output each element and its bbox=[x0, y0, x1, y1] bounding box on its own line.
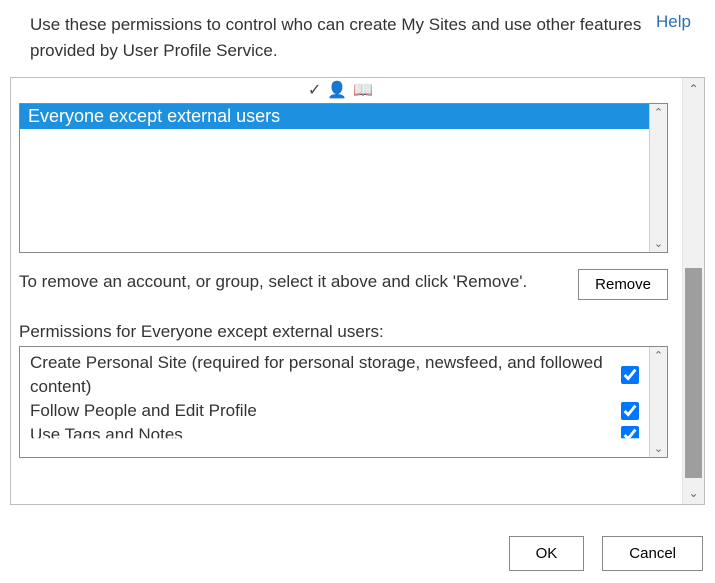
people-picker-toolbar: ✓👤📖 bbox=[19, 78, 668, 103]
ok-button[interactable]: OK bbox=[509, 536, 585, 571]
permission-label: Use Tags and Notes bbox=[30, 423, 611, 447]
permissions-panel: ✓👤📖 Everyone except external users ⌃ ⌄ T… bbox=[10, 77, 705, 505]
permission-row[interactable]: Use Tags and Notes bbox=[30, 423, 645, 447]
scroll-up-icon[interactable]: ⌃ bbox=[654, 347, 663, 364]
permissions-scrollbar[interactable]: ⌃ ⌄ bbox=[649, 347, 667, 457]
remove-instruction: To remove an account, or group, select i… bbox=[19, 269, 562, 300]
permission-label: Follow People and Edit Profile bbox=[30, 399, 611, 423]
permission-label: Create Personal Site (required for perso… bbox=[30, 351, 611, 399]
permission-checkbox[interactable] bbox=[621, 402, 639, 420]
permission-checkbox[interactable] bbox=[621, 366, 639, 384]
permission-row[interactable]: Create Personal Site (required for perso… bbox=[30, 351, 645, 399]
scrollbar-thumb[interactable] bbox=[685, 268, 702, 478]
permission-checkbox[interactable] bbox=[621, 426, 639, 444]
cancel-button[interactable]: Cancel bbox=[602, 536, 703, 571]
scroll-up-icon[interactable]: ⌃ bbox=[654, 104, 663, 121]
permissions-label: Permissions for Everyone except external… bbox=[19, 322, 668, 342]
scroll-down-icon[interactable]: ⌄ bbox=[654, 235, 663, 252]
addressbook-icon[interactable]: 📖 bbox=[353, 82, 379, 99]
scroll-down-icon[interactable]: ⌄ bbox=[688, 482, 698, 504]
account-listbox-scrollbar[interactable]: ⌃ ⌄ bbox=[649, 104, 667, 252]
help-link[interactable]: Help bbox=[656, 12, 695, 63]
dialog-buttons: OK Cancel bbox=[509, 536, 703, 571]
permission-row[interactable]: Follow People and Edit Profile bbox=[30, 399, 645, 423]
page-description: Use these permissions to control who can… bbox=[30, 12, 644, 63]
account-listbox[interactable]: Everyone except external users ⌃ ⌄ bbox=[19, 103, 668, 253]
scroll-up-icon[interactable]: ⌃ bbox=[688, 78, 698, 100]
panel-scrollbar[interactable]: ⌃ ⌄ bbox=[682, 78, 704, 504]
account-item-selected[interactable]: Everyone except external users bbox=[20, 104, 649, 129]
permissions-listbox[interactable]: Create Personal Site (required for perso… bbox=[19, 346, 668, 458]
checknames-icon[interactable]: ✓👤 bbox=[308, 82, 353, 99]
scroll-down-icon[interactable]: ⌄ bbox=[654, 440, 663, 457]
remove-button[interactable]: Remove bbox=[578, 269, 668, 300]
